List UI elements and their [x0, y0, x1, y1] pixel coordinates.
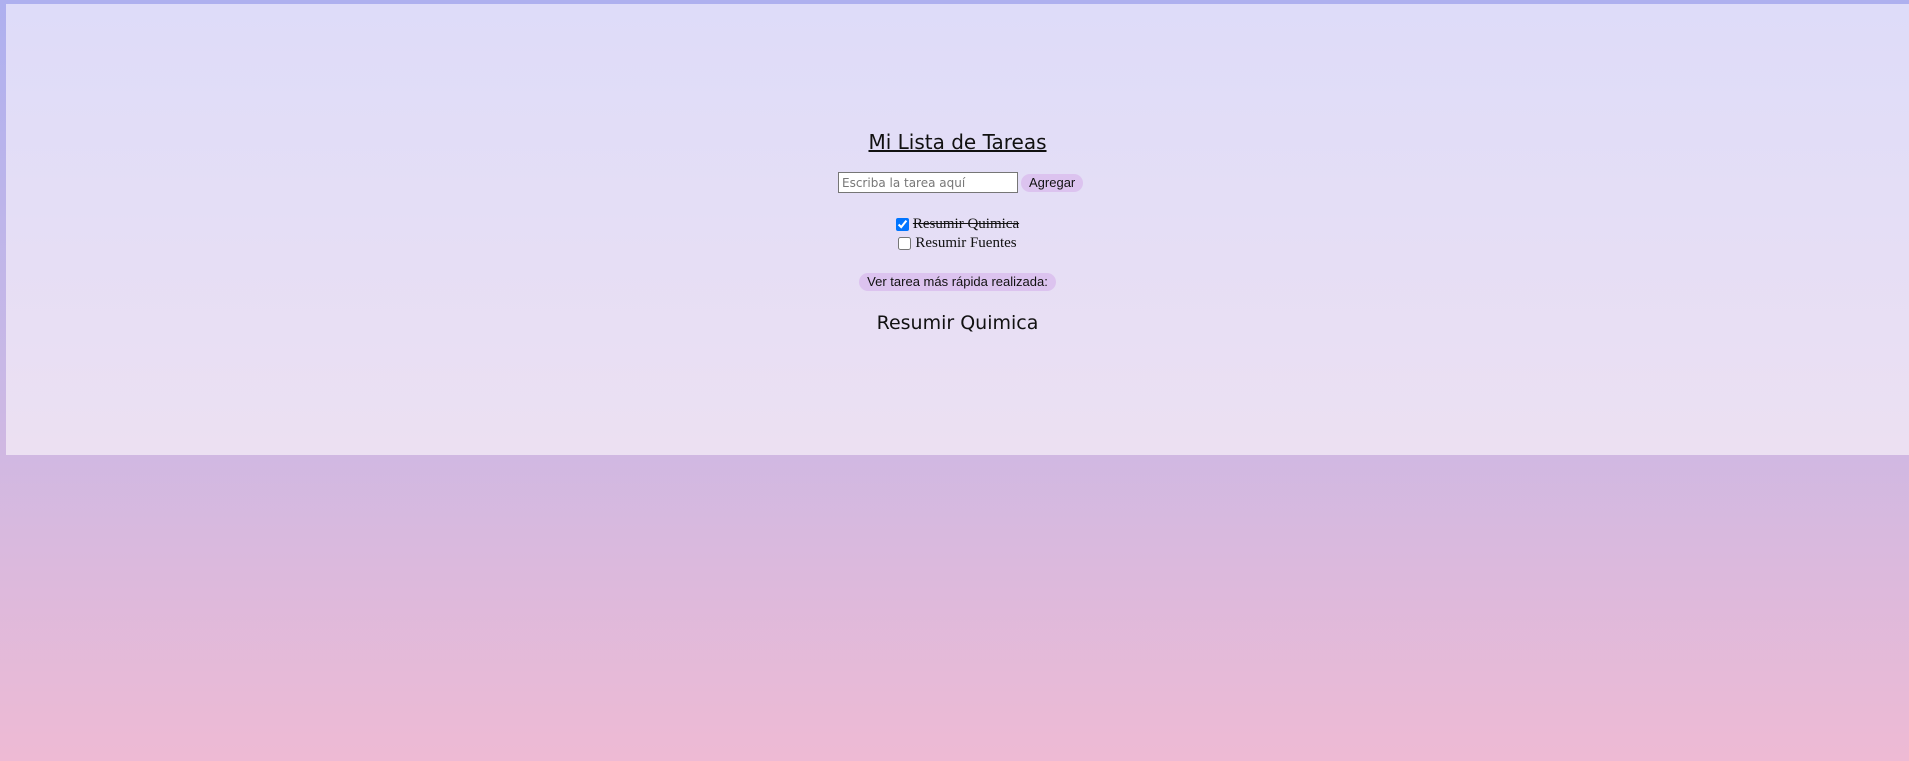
task-input[interactable]	[838, 172, 1018, 193]
task-list: Resumir Quimica Resumir Fuentes	[6, 215, 1909, 253]
show-fastest-task-button[interactable]: Ver tarea más rápida realizada:	[859, 273, 1056, 291]
task-label: Resumir Quimica	[912, 216, 1020, 232]
main-panel: Mi Lista de Tareas Agregar Resumir Quimi…	[6, 4, 1909, 455]
list-item: Resumir Quimica	[6, 215, 1909, 234]
task-label: Resumir Fuentes	[915, 235, 1017, 251]
list-item: Resumir Fuentes	[6, 234, 1909, 253]
task-checkbox-resumir-quimica[interactable]	[895, 218, 909, 231]
add-task-form: Agregar	[838, 172, 1084, 193]
task-checkbox-resumir-fuentes[interactable]	[898, 237, 912, 250]
page-title: Mi Lista de Tareas	[868, 130, 1047, 154]
add-task-button[interactable]: Agregar	[1021, 173, 1084, 192]
fastest-task-result: Resumir Quimica	[876, 312, 1039, 334]
fastest-task-row: Ver tarea más rápida realizada:	[6, 273, 1909, 291]
